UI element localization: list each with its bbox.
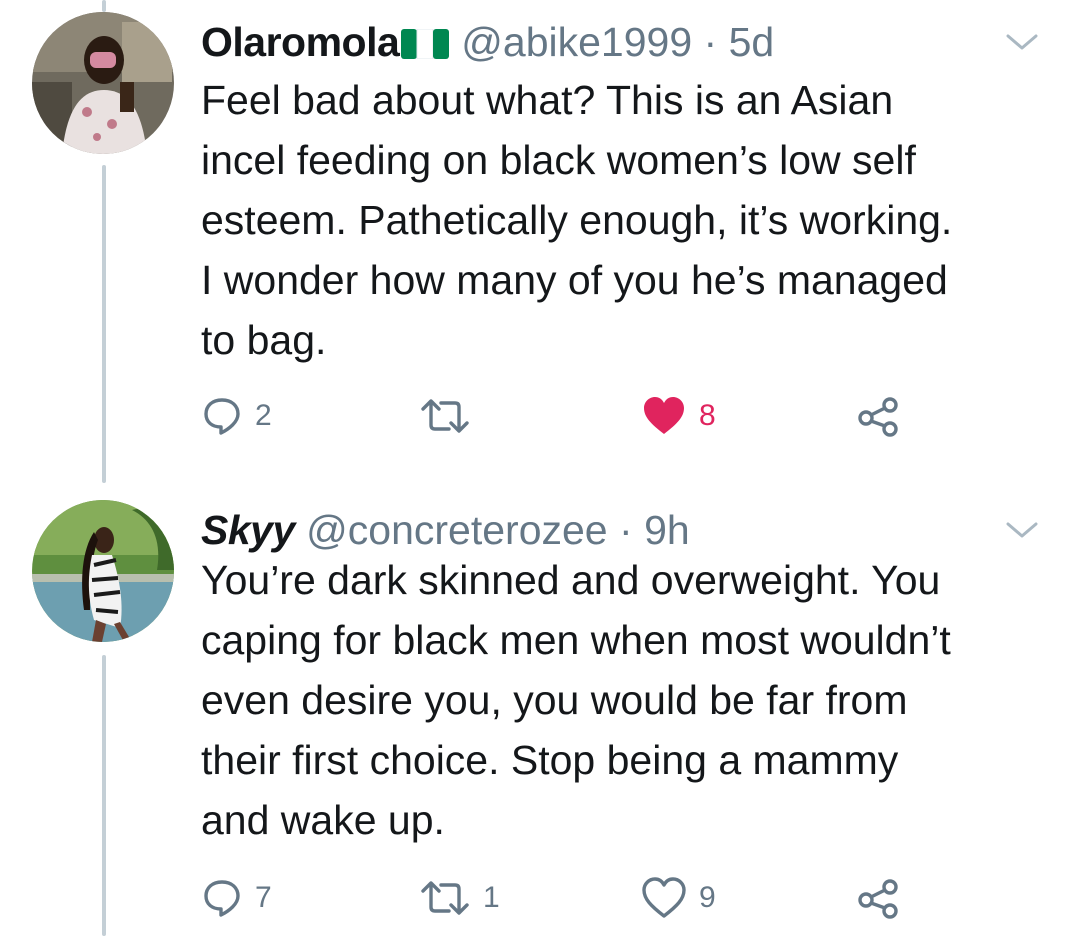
nigeria-flag-icon [401, 29, 450, 59]
avatar-image [32, 500, 174, 642]
tweet-header: Olaromola @abike1999 · 5d [201, 12, 774, 72]
heart-icon [644, 397, 684, 434]
chevron-down-icon[interactable] [1005, 32, 1039, 52]
separator-dot: · [619, 507, 633, 553]
like-button[interactable]: 8 [641, 394, 716, 438]
reply-count: 2 [255, 399, 272, 432]
avatar-image [32, 12, 174, 154]
reply-icon [204, 398, 240, 435]
reply-icon [204, 880, 240, 917]
share-icon [858, 879, 898, 919]
user-handle[interactable]: @concreterozee [306, 507, 607, 553]
reply-count: 7 [255, 881, 272, 914]
timestamp[interactable]: 5d [729, 19, 775, 65]
user-handle[interactable]: @abike1999 [461, 19, 692, 65]
avatar[interactable] [32, 500, 174, 642]
share-icon [858, 397, 898, 437]
retweet-button[interactable]: 1 [419, 876, 500, 920]
retweet-count: 1 [483, 881, 500, 914]
like-count: 9 [699, 881, 716, 914]
like-count: 8 [699, 399, 716, 432]
reply-button[interactable]: 2 [201, 394, 272, 438]
reply-button[interactable]: 7 [201, 876, 272, 920]
tweet-text: Feel bad about what? This is an Asian in… [201, 77, 953, 363]
retweet-icon [421, 881, 469, 915]
tweet[interactable]: Olaromola @abike1999 · 5d Feel bad about … [0, 12, 1077, 482]
heart-icon [642, 877, 686, 918]
tweet-text: You’re dark skinned and overweight. You … [201, 557, 951, 843]
timestamp[interactable]: 9h [644, 507, 690, 553]
display-name[interactable]: Skyy [201, 507, 295, 553]
share-button[interactable] [856, 394, 902, 438]
separator-dot: · [703, 19, 718, 65]
retweet-button[interactable] [419, 394, 483, 438]
tweet[interactable]: Skyy @concreterozee · 9h You’re dark ski… [0, 500, 1077, 936]
tweet-actions: 2 8 [201, 394, 921, 438]
chevron-down-icon[interactable] [1005, 520, 1039, 540]
thread-line-top [102, 0, 106, 12]
like-button[interactable]: 9 [641, 876, 716, 920]
tweet-actions: 7 1 9 [201, 876, 921, 920]
display-name[interactable]: Olaromola [201, 19, 400, 65]
retweet-icon [421, 399, 469, 433]
share-button[interactable] [856, 876, 902, 920]
avatar[interactable] [32, 12, 174, 154]
